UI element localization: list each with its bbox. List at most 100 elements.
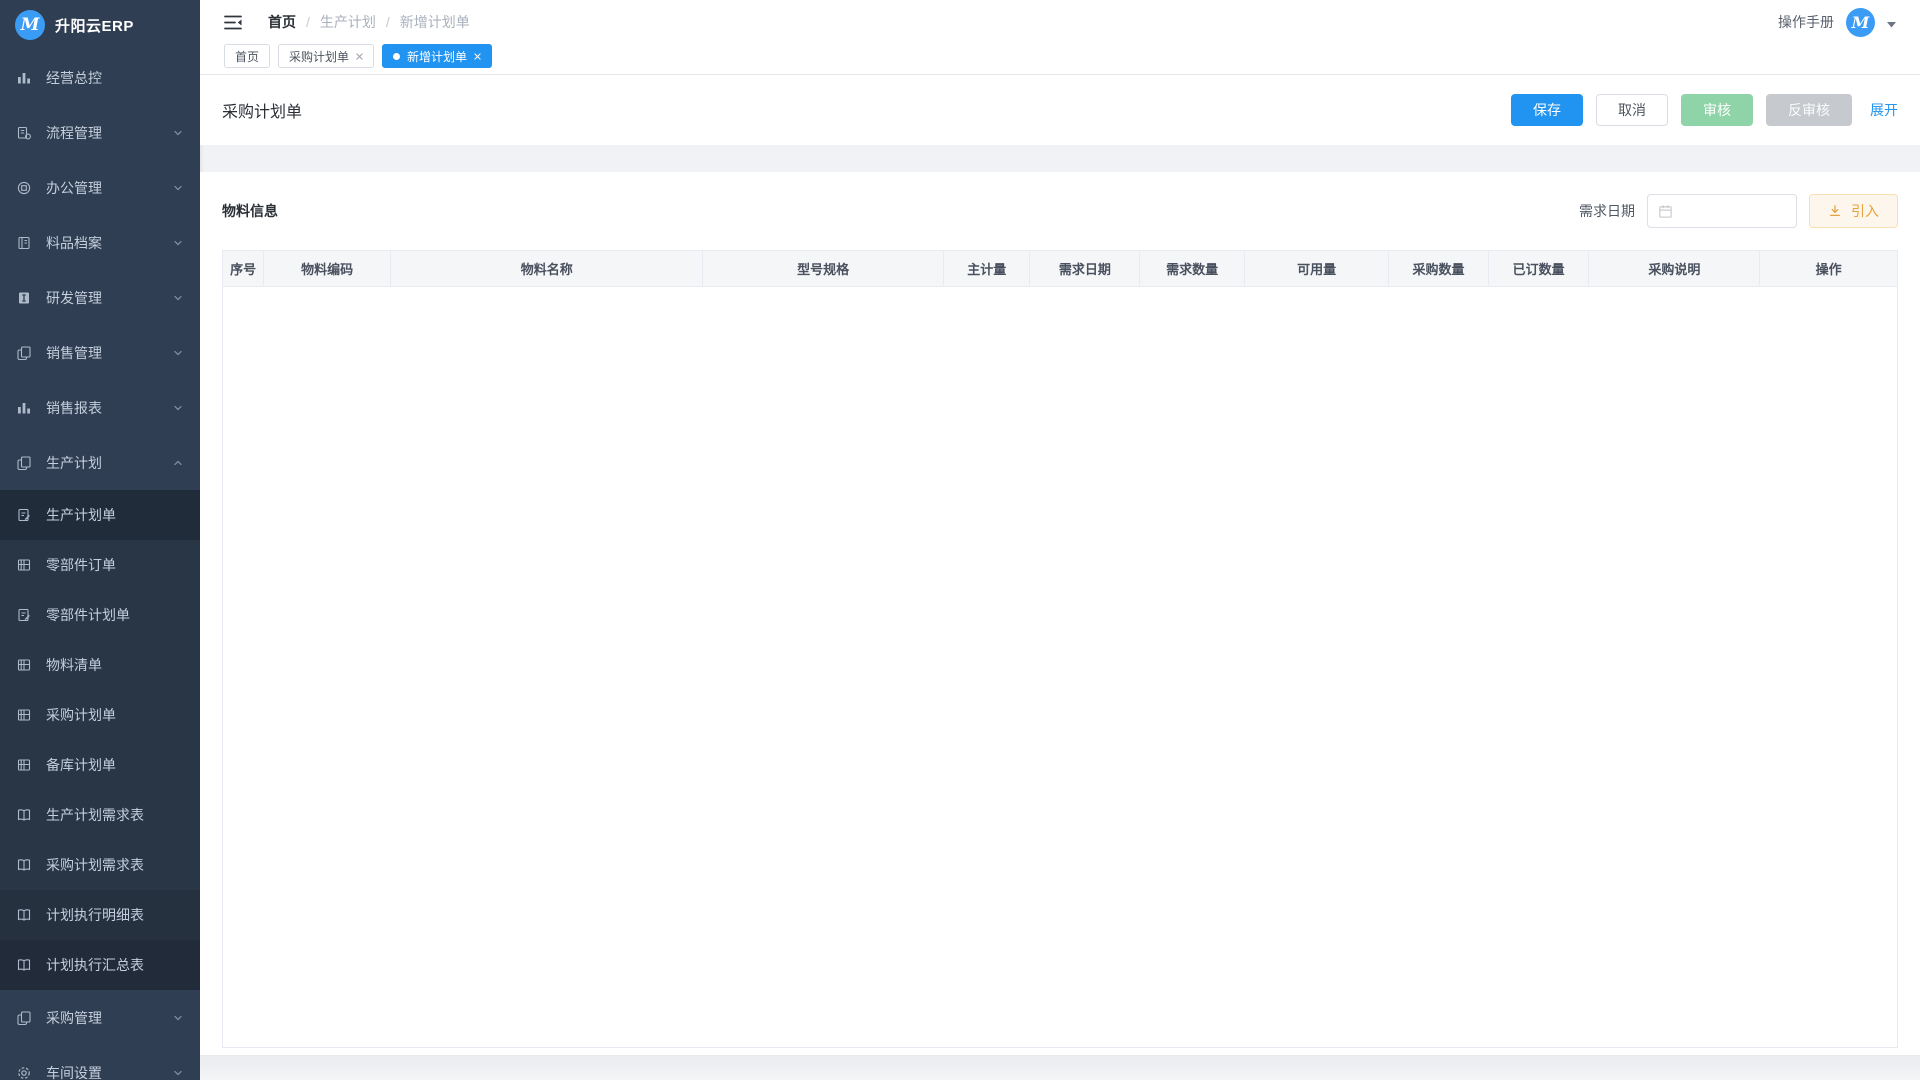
sidebar-item-material-archive[interactable]: 料品档案 — [0, 215, 200, 270]
breadcrumb: 首页 生产计划 新增计划单 — [268, 12, 470, 32]
audit-button[interactable]: 审核 — [1681, 94, 1753, 126]
column-header: 采购说明 — [1589, 251, 1760, 286]
table-header-row: 序号 物料编码 物料名称 型号规格 主计量 需求日期 需求数量 可用量 采购数量… — [223, 251, 1897, 286]
production-plan-submenu: 生产计划单 零部件订单 零部件计划单 物料清单 采购计划单 备库计划单 — [0, 490, 200, 990]
chevron-down-icon — [172, 1012, 184, 1024]
breadcrumb-home[interactable]: 首页 — [268, 12, 296, 32]
column-header: 物料编码 — [264, 251, 391, 286]
document-edit-icon — [16, 607, 32, 623]
tab-label: 首页 — [235, 48, 259, 65]
sidebar-item-purchase-mgmt[interactable]: 采购管理 — [0, 990, 200, 1045]
column-header: 序号 — [223, 251, 264, 286]
unaudit-button[interactable]: 反审核 — [1766, 94, 1852, 126]
sidebar-item-stock-plan-order[interactable]: 备库计划单 — [0, 740, 200, 790]
rd-icon — [16, 290, 32, 306]
sidebar-item-purchase-plan-order[interactable]: 采购计划单 — [0, 690, 200, 740]
import-button[interactable]: 引入 — [1809, 194, 1898, 228]
chevron-down-icon[interactable] — [1887, 22, 1896, 28]
column-header: 操作 — [1760, 251, 1897, 286]
tab-label: 新增计划单 — [407, 48, 467, 65]
column-header: 需求日期 — [1030, 251, 1140, 286]
cancel-button[interactable]: 取消 — [1596, 94, 1668, 126]
ledger-icon — [16, 235, 32, 251]
sidebar-item-office-mgmt[interactable]: 办公管理 — [0, 160, 200, 215]
column-header: 型号规格 — [703, 251, 944, 286]
sidebar-item-rd-mgmt[interactable]: 研发管理 — [0, 270, 200, 325]
workflow-icon — [16, 125, 32, 141]
column-header: 需求数量 — [1140, 251, 1245, 286]
sidebar-item-plan-exec-detail[interactable]: 计划执行明细表 — [0, 890, 200, 940]
column-header: 采购数量 — [1389, 251, 1489, 286]
open-book-icon — [16, 807, 32, 823]
sidebar-item-production-plan[interactable]: 生产计划 — [0, 435, 200, 490]
avatar[interactable]: M — [1846, 8, 1875, 37]
document-edit-icon — [16, 507, 32, 523]
topbar: 首页 生产计划 新增计划单 操作手册 M 首页 采购计划单 — [200, 0, 1920, 75]
breadcrumb-row: 首页 生产计划 新增计划单 操作手册 M — [200, 0, 1920, 44]
breadcrumb-production-plan[interactable]: 生产计划 — [320, 12, 376, 32]
sidebar-item-sales-mgmt[interactable]: 销售管理 — [0, 325, 200, 380]
section-title: 物料信息 — [222, 201, 278, 221]
gear-icon — [16, 1065, 32, 1080]
breadcrumb-separator — [386, 14, 390, 30]
copy-icon — [16, 455, 32, 471]
office-icon — [16, 180, 32, 196]
sidebar-item-production-plan-order[interactable]: 生产计划单 — [0, 490, 200, 540]
chevron-down-icon — [172, 402, 184, 414]
sidebar-item-sales-report[interactable]: 销售报表 — [0, 380, 200, 435]
column-header: 物料名称 — [391, 251, 703, 286]
active-dot — [393, 53, 400, 60]
open-book-icon — [16, 857, 32, 873]
demand-date-label: 需求日期 — [1579, 201, 1635, 221]
material-info-header: 物料信息 需求日期 引入 — [222, 172, 1898, 250]
material-table: 序号 物料编码 物料名称 型号规格 主计量 需求日期 需求数量 可用量 采购数量… — [222, 250, 1898, 1048]
column-header: 主计量 — [944, 251, 1030, 286]
sidebar-item-business-control[interactable]: 经营总控 — [0, 50, 200, 105]
app-logo[interactable]: M 升阳云ERP — [0, 0, 200, 50]
topbar-right: 操作手册 M — [1778, 8, 1896, 37]
sidebar-item-plan-exec-summary[interactable]: 计划执行汇总表 — [0, 940, 200, 990]
column-header: 已订数量 — [1488, 251, 1589, 286]
close-icon[interactable] — [474, 53, 481, 60]
sidebar-item-process-mgmt[interactable]: 流程管理 — [0, 105, 200, 160]
chevron-down-icon — [172, 292, 184, 304]
copy-icon — [16, 345, 32, 361]
bottom-strip — [200, 1055, 1920, 1080]
bar-chart-icon — [16, 70, 32, 86]
save-button[interactable]: 保存 — [1511, 94, 1583, 126]
chevron-up-icon — [172, 457, 184, 469]
tab-purchase-plan-order[interactable]: 采购计划单 — [278, 44, 374, 68]
material-info-panel: 物料信息 需求日期 引入 — [200, 172, 1920, 1055]
table-empty-body — [223, 287, 1897, 1047]
sidebar-item-purchase-plan-demand[interactable]: 采购计划需求表 — [0, 840, 200, 890]
download-icon — [1828, 204, 1842, 218]
sidebar-item-production-plan-demand[interactable]: 生产计划需求表 — [0, 790, 200, 840]
close-icon[interactable] — [356, 53, 363, 60]
manual-link[interactable]: 操作手册 — [1778, 12, 1834, 32]
main-content: 首页 生产计划 新增计划单 操作手册 M 首页 采购计划单 — [200, 0, 1920, 1080]
sidebar-collapse-icon[interactable] — [224, 15, 243, 30]
tab-home[interactable]: 首页 — [224, 44, 270, 68]
app-root: M 升阳云ERP 经营总控 流程管理 办公管理 料品档案 研发管理 — [0, 0, 1920, 1080]
grid-table-icon — [16, 557, 32, 573]
chevron-down-icon — [172, 127, 184, 139]
sidebar-item-material-list[interactable]: 物料清单 — [0, 640, 200, 690]
chevron-down-icon — [172, 347, 184, 359]
sidebar-item-workshop-settings[interactable]: 车间设置 — [0, 1045, 200, 1080]
breadcrumb-separator — [306, 14, 310, 30]
grid-table-icon — [16, 657, 32, 673]
open-book-icon — [16, 907, 32, 923]
sidebar-item-parts-plan-order[interactable]: 零部件计划单 — [0, 590, 200, 640]
sidebar-item-parts-order[interactable]: 零部件订单 — [0, 540, 200, 590]
column-header: 可用量 — [1244, 251, 1388, 286]
chevron-down-icon — [172, 1067, 184, 1079]
material-info-controls: 需求日期 引入 — [1579, 194, 1898, 228]
chevron-down-icon — [172, 237, 184, 249]
chevron-down-icon — [172, 182, 184, 194]
demand-date-field[interactable] — [1680, 203, 1786, 219]
expand-link[interactable]: 展开 — [1870, 100, 1898, 120]
page-actions: 保存 取消 审核 反审核 展开 — [1511, 94, 1898, 126]
tab-new-plan-order[interactable]: 新增计划单 — [382, 44, 492, 68]
grid-table-icon — [16, 707, 32, 723]
demand-date-input[interactable] — [1647, 194, 1797, 228]
